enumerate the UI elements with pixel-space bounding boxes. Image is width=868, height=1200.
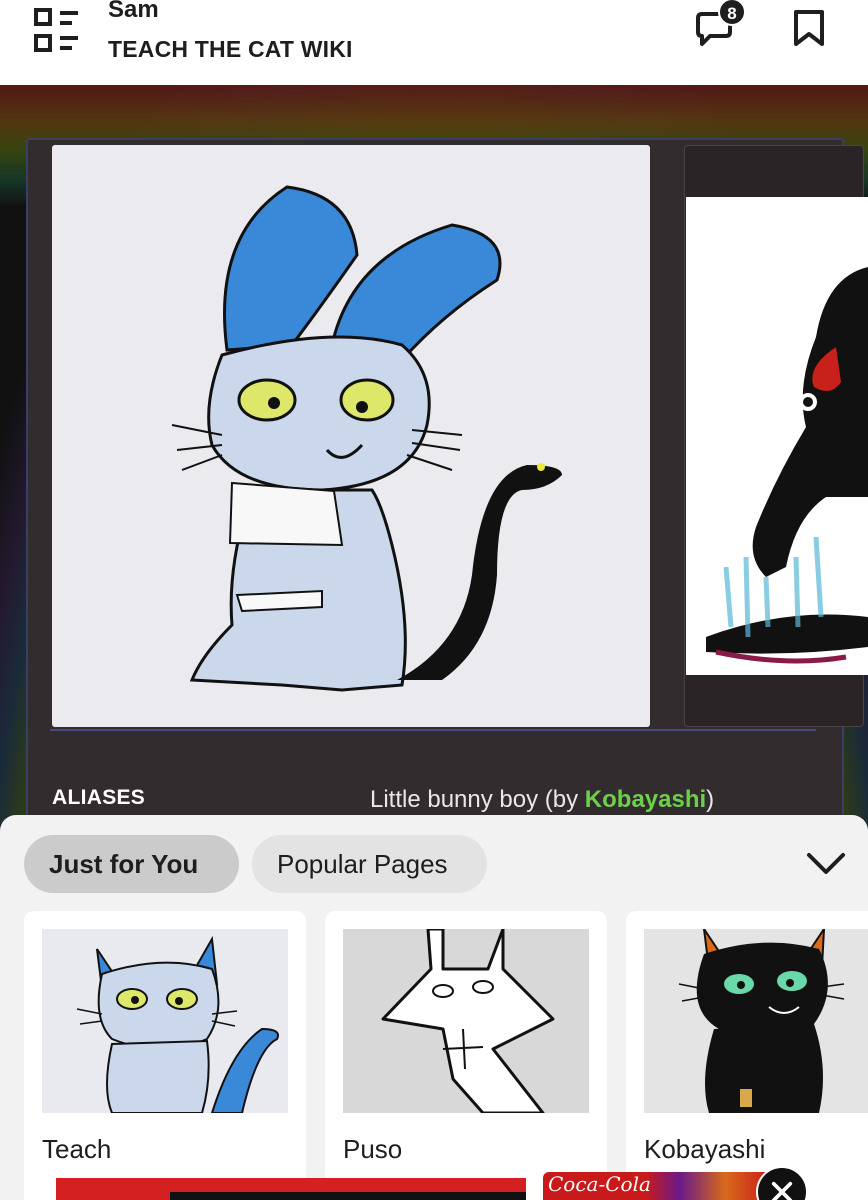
tab-just-for-you[interactable]: Just for You bbox=[24, 835, 239, 893]
user-name[interactable]: Sam bbox=[108, 0, 159, 24]
card-image-puso[interactable] bbox=[343, 929, 589, 1113]
kobayashi-link[interactable]: Kobayashi bbox=[585, 786, 706, 813]
top-bar: Sam TEACH THE CAT WIKI 8 bbox=[0, 0, 868, 85]
aliases-value: Little bunny boy (by Kobayashi) bbox=[370, 786, 714, 814]
notification-badge: 8 bbox=[718, 0, 746, 26]
character-image[interactable] bbox=[52, 145, 650, 727]
card-image-teach[interactable] bbox=[42, 929, 288, 1113]
card-title-puso[interactable]: Puso bbox=[343, 1134, 402, 1165]
wiki-menu-icon[interactable] bbox=[34, 8, 80, 54]
white-creature-drawing bbox=[381, 929, 555, 1113]
card-image-kobayashi[interactable] bbox=[644, 929, 868, 1113]
ad-brand-text: Coca-Cola bbox=[548, 1172, 651, 1196]
black-cat-drawing bbox=[678, 929, 845, 1113]
card-title-kobayashi[interactable]: Kobayashi bbox=[644, 1134, 765, 1165]
infobox-divider bbox=[50, 729, 816, 731]
chevron-down-icon[interactable] bbox=[806, 850, 846, 878]
ad-banner-shadow bbox=[170, 1192, 526, 1200]
bunny-drawing bbox=[171, 185, 562, 692]
aliases-label: ALIASES bbox=[52, 786, 146, 809]
gallery-next-image[interactable] bbox=[686, 197, 868, 675]
aliases-suffix: ) bbox=[706, 786, 715, 813]
tab-popular-pages[interactable]: Popular Pages bbox=[252, 835, 487, 893]
bookmark-icon[interactable] bbox=[792, 10, 826, 48]
wiki-title[interactable]: TEACH THE CAT WIKI bbox=[108, 36, 353, 63]
card-title-teach[interactable]: Teach bbox=[42, 1134, 111, 1165]
blue-cat-drawing bbox=[76, 935, 279, 1113]
dark-cat-drawing bbox=[706, 267, 868, 664]
aliases-text: Little bunny boy (by bbox=[370, 786, 585, 813]
